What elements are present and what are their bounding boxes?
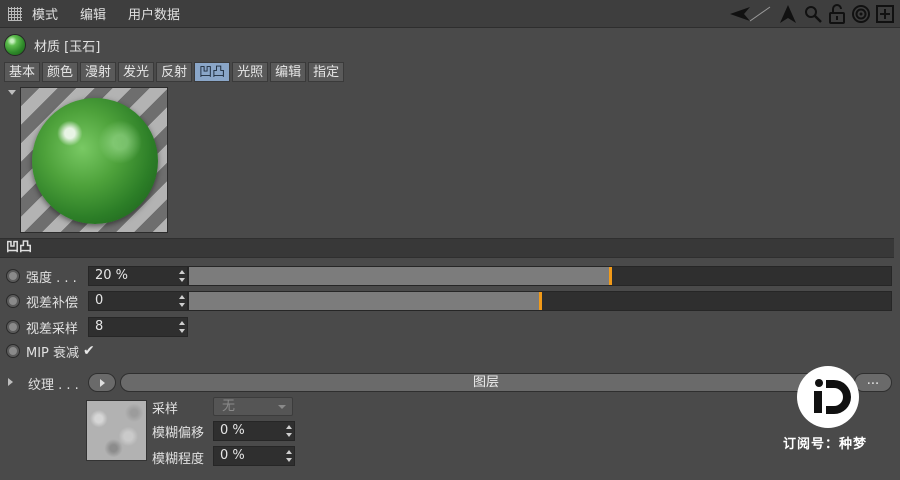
cursor-arrow-icon[interactable]: [778, 4, 798, 24]
search-icon[interactable]: [804, 5, 822, 23]
watermark-text: 订阅号：种梦: [783, 437, 868, 452]
stepper-icon[interactable]: [286, 450, 292, 462]
slider-handle[interactable]: [609, 267, 613, 285]
preview-sphere: [32, 98, 158, 224]
animate-radio-icon[interactable]: [6, 269, 20, 283]
tab-editor[interactable]: 编辑: [270, 62, 307, 82]
target-icon[interactable]: [852, 5, 870, 23]
parallax-offset-label: 视差补偿: [26, 295, 79, 311]
tab-color[interactable]: 颜色: [42, 62, 79, 82]
animate-radio-icon[interactable]: [6, 344, 20, 358]
strength-label: 强度 . . .: [26, 270, 77, 286]
animate-radio-icon[interactable]: [6, 320, 20, 334]
menu-edit[interactable]: 编辑: [80, 4, 106, 23]
texture-more-button[interactable]: ...: [854, 373, 892, 392]
param-row-strength: 强度 . . .: [6, 265, 88, 287]
material-title: 材质 [玉石]: [34, 39, 101, 55]
parallax-offset-value: 0: [95, 293, 104, 308]
blur-scale-value: 0 %: [220, 448, 245, 463]
slider-fill: [189, 292, 540, 310]
sampling-value: 无: [222, 399, 236, 414]
blur-scale-field[interactable]: 0 %: [213, 446, 295, 466]
tab-illumination[interactable]: 光照: [232, 62, 269, 82]
stepper-icon[interactable]: [179, 321, 185, 333]
slider-handle[interactable]: [539, 292, 542, 310]
tab-bump[interactable]: 凹凸: [194, 62, 231, 82]
sampling-label: 采样: [152, 402, 179, 417]
tab-assign[interactable]: 指定: [308, 62, 345, 82]
strength-field[interactable]: 20 %: [88, 266, 188, 286]
lock-icon[interactable]: [828, 4, 846, 24]
strength-value: 20 %: [95, 268, 129, 283]
add-window-icon[interactable]: [876, 5, 894, 23]
tab-basic[interactable]: 基本: [4, 62, 41, 82]
material-thumbnail: [4, 34, 26, 56]
section-header-bump: 凹凸: [0, 238, 894, 258]
param-row-parallax-samples: 视差采样: [6, 316, 88, 338]
tab-reflectance[interactable]: 反射: [156, 62, 193, 82]
menu-mode[interactable]: 模式: [32, 4, 58, 23]
texture-layer-button[interactable]: 图层: [120, 373, 852, 392]
blur-offset-field[interactable]: 0 %: [213, 421, 295, 441]
material-preview: [20, 87, 168, 233]
parallax-offset-slider[interactable]: [188, 291, 892, 311]
toolbar-right: [728, 3, 894, 25]
mip-falloff-checkbox[interactable]: ✔: [83, 343, 95, 359]
parallax-offset-field[interactable]: 0: [88, 291, 188, 311]
parallax-samples-value: 8: [95, 319, 104, 334]
tab-luminance[interactable]: 发光: [118, 62, 155, 82]
parallax-samples-label: 视差采样: [26, 321, 79, 337]
slider-fill: [189, 267, 611, 285]
animate-radio-icon[interactable]: [6, 294, 20, 308]
tab-diffusion[interactable]: 漫射: [80, 62, 117, 82]
mip-falloff-label: MIP 衰减: [26, 345, 80, 361]
strength-slider[interactable]: [188, 266, 892, 286]
back-arrow-icon[interactable]: [728, 5, 772, 23]
parallax-samples-field[interactable]: 8: [88, 317, 188, 337]
sampling-dropdown[interactable]: 无: [213, 397, 293, 416]
material-header: 材质 [玉石]: [4, 32, 100, 58]
menu-user-data[interactable]: 用户数据: [128, 4, 180, 23]
param-row-mip-falloff: MIP 衰减 ✔: [6, 340, 95, 362]
stepper-icon[interactable]: [179, 295, 185, 307]
param-row-parallax-offset: 视差补偿: [6, 290, 88, 312]
texture-play-button[interactable]: [88, 373, 116, 392]
blur-offset-label: 模糊偏移: [152, 426, 205, 441]
stepper-icon[interactable]: [286, 425, 292, 437]
watermark-logo: [797, 366, 859, 428]
material-tabs: 基本 颜色 漫射 发光 反射 凹凸 光照 编辑 指定: [4, 62, 345, 82]
grid-icon[interactable]: [8, 6, 22, 21]
texture-label: 纹理 . . .: [28, 378, 79, 393]
menu-bar: 模式 编辑 用户数据: [0, 0, 900, 28]
texture-expand-icon[interactable]: [8, 378, 13, 386]
blur-scale-label: 模糊程度: [152, 452, 205, 467]
blur-offset-value: 0 %: [220, 423, 245, 438]
stepper-icon[interactable]: [179, 270, 185, 282]
texture-thumbnail: [86, 400, 147, 461]
preview-collapse-icon[interactable]: [8, 90, 16, 95]
